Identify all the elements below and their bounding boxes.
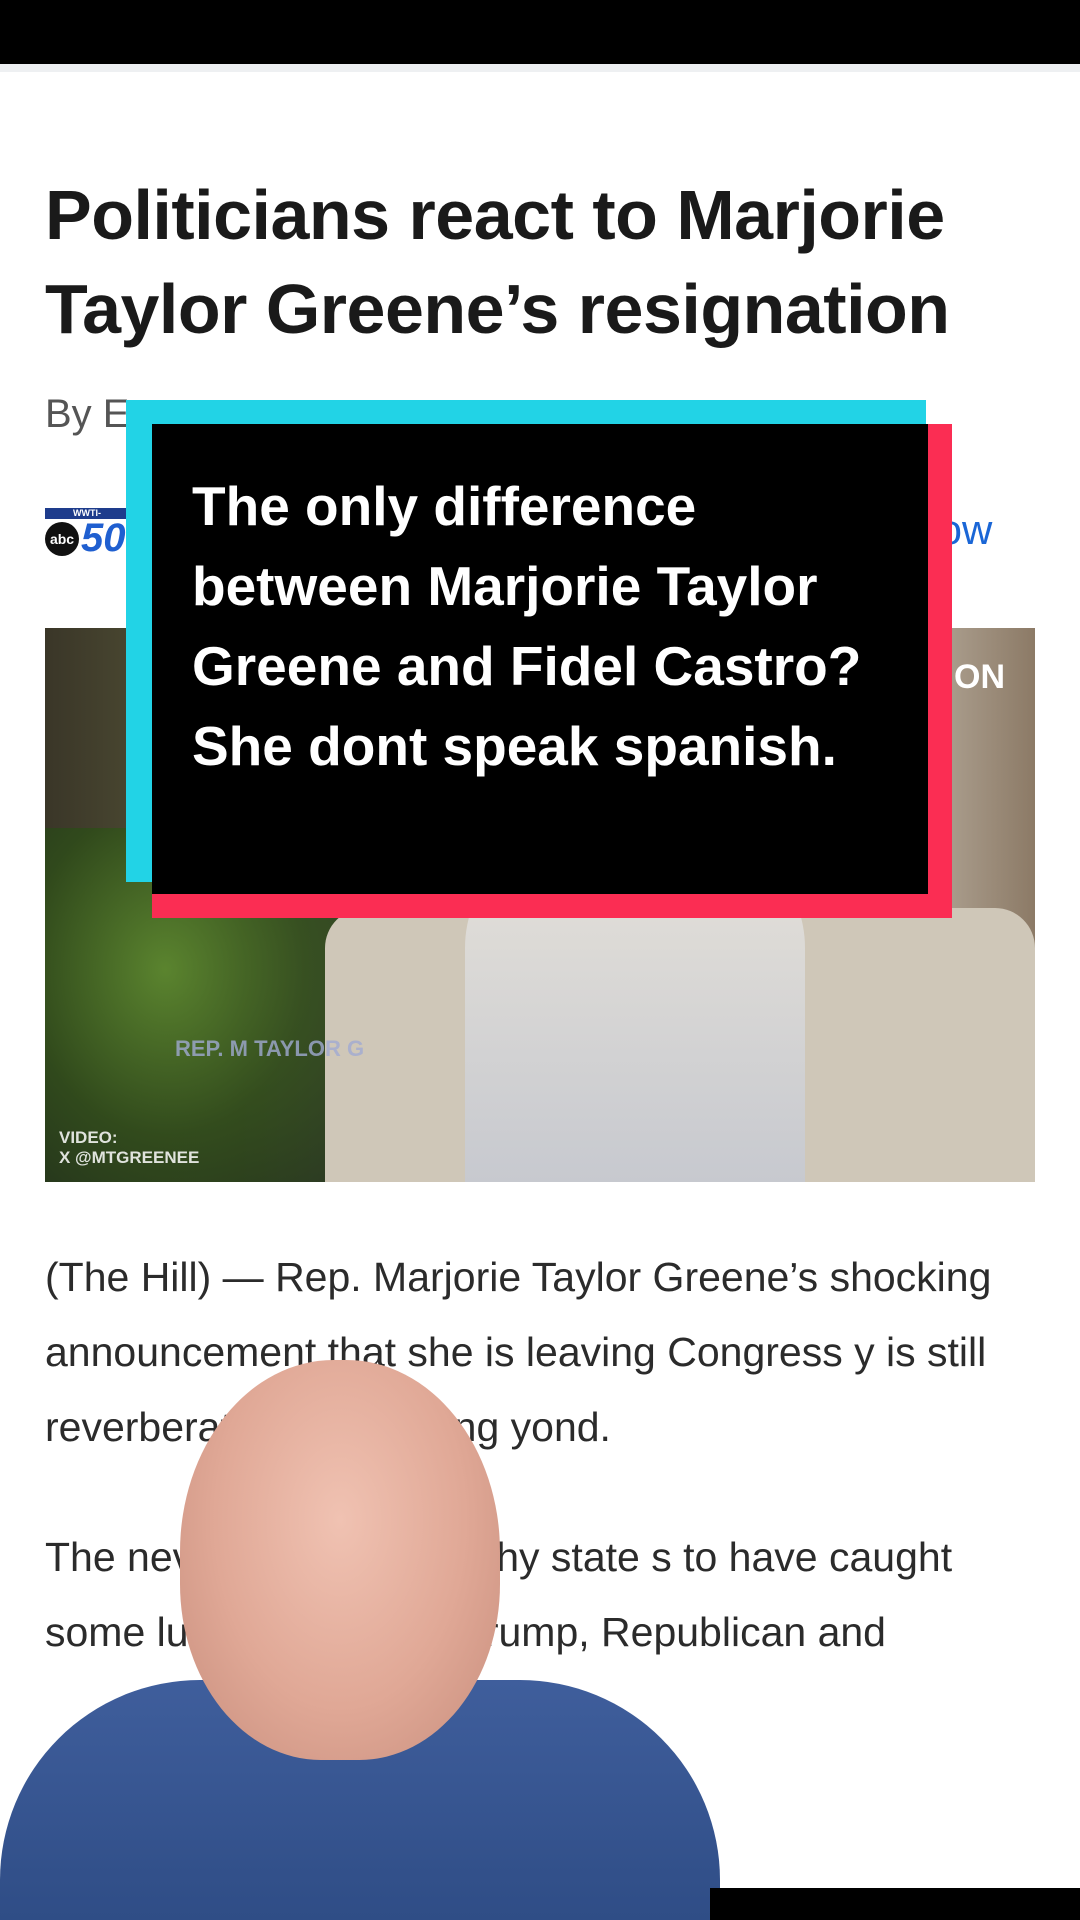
video-lower-third: REP. M TAYLOR G [175,1036,365,1061]
video-credit: VIDEO: X @MTGREENEE [59,1128,200,1167]
station-logo: WWTI-WATERTOWN abc 50 [45,508,129,560]
article-byline: By E [45,392,130,436]
article-headline: Politicians react to Marjorie Taylor Gre… [45,176,950,348]
status-bar [0,0,1080,64]
presenter-face [180,1360,500,1760]
video-corner-label: ON [954,658,1005,696]
station-number: 50 [81,516,126,560]
abc-logo-icon: abc [45,522,79,556]
bottom-bar [710,1888,1080,1920]
article-paragraph: (The Hill) — Rep. Marjorie Taylor Greene… [45,1254,992,1450]
header-divider [0,64,1080,72]
caption-text: The only difference between Marjorie Tay… [192,475,862,777]
